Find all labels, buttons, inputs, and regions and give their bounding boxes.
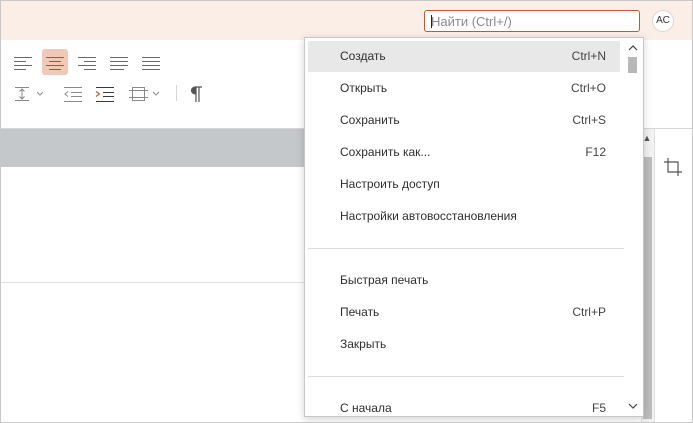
menu-item-share[interactable]: Настроить доступ [308, 169, 620, 200]
app-window: АС [0, 0, 693, 423]
menu-item-label: Печать [340, 305, 380, 319]
align-left-icon[interactable] [10, 49, 36, 75]
chevron-up-icon[interactable] [624, 41, 642, 55]
menu-item-label: Настройки автовосстановления [340, 209, 517, 223]
menu-item-shortcut: Ctrl+P [572, 305, 606, 319]
align-right-icon[interactable] [74, 49, 100, 75]
menu-item-label: Сохранить как... [340, 145, 431, 159]
decrease-indent-icon[interactable] [60, 81, 86, 107]
text-caret [431, 15, 432, 28]
line-spacing-icon[interactable] [10, 81, 44, 107]
toolbar-separator [176, 85, 177, 101]
document-scrollbar-thumb[interactable] [643, 157, 652, 419]
menu-item-close[interactable]: Закрыть [308, 329, 620, 360]
distributed-align-icon[interactable] [138, 49, 164, 75]
increase-indent-icon[interactable] [92, 81, 118, 107]
menu-item-print[interactable]: Печать Ctrl+P [308, 297, 620, 328]
menu-item-label: Настроить доступ [340, 177, 440, 191]
menu-item-create[interactable]: Создать Ctrl+N [308, 41, 620, 72]
document-divider [1, 282, 305, 283]
menu-scrollbar-thumb[interactable] [628, 57, 637, 73]
menu-item-from-beginning[interactable]: С начала F5 [308, 393, 620, 416]
paragraph-marks-icon[interactable] [183, 81, 209, 107]
menu-item-shortcut: Ctrl+S [572, 113, 606, 127]
search-box[interactable] [424, 10, 640, 32]
menu-item-label: Закрыть [340, 337, 387, 351]
menu-item-shortcut: F5 [591, 401, 606, 415]
search-input[interactable] [425, 11, 639, 31]
menu-item-label: С начала [340, 401, 392, 415]
align-justify-icon[interactable] [106, 49, 132, 75]
right-panel-divider [654, 129, 655, 422]
document-header-band [1, 129, 305, 167]
menu-item-shortcut: Ctrl+N [571, 49, 606, 63]
menu-item-open[interactable]: Открыть Ctrl+O [308, 73, 620, 104]
menu-item-autorecover-settings[interactable]: Настройки автовосстановления [308, 201, 620, 232]
menu-item-label: Сохранить [340, 113, 400, 127]
margins-icon[interactable] [126, 81, 160, 107]
chevron-down-icon[interactable] [624, 399, 642, 413]
user-avatar[interactable]: АС [652, 10, 674, 32]
menu-scrollbar[interactable] [624, 38, 642, 416]
file-menu-dropdown: Создать Ctrl+N Открыть Ctrl+O Сохранить … [304, 37, 644, 417]
menu-item-label: Создать [340, 49, 386, 63]
menu-separator [308, 376, 624, 377]
menu-item-shortcut: Ctrl+O [570, 81, 606, 95]
crop-icon[interactable] [661, 155, 685, 179]
menu-item-label: Открыть [340, 81, 388, 95]
align-center-icon[interactable] [42, 49, 68, 75]
menu-item-save-as[interactable]: Сохранить как... F12 [308, 137, 620, 168]
menu-item-shortcut: F12 [585, 145, 606, 159]
menu-separator [308, 248, 624, 249]
title-bar: АС [1, 1, 692, 40]
menu-item-label: Быстрая печать [340, 273, 429, 287]
menu-item-quick-print[interactable]: Быстрая печать [308, 265, 620, 296]
menu-item-save[interactable]: Сохранить Ctrl+S [308, 105, 620, 136]
